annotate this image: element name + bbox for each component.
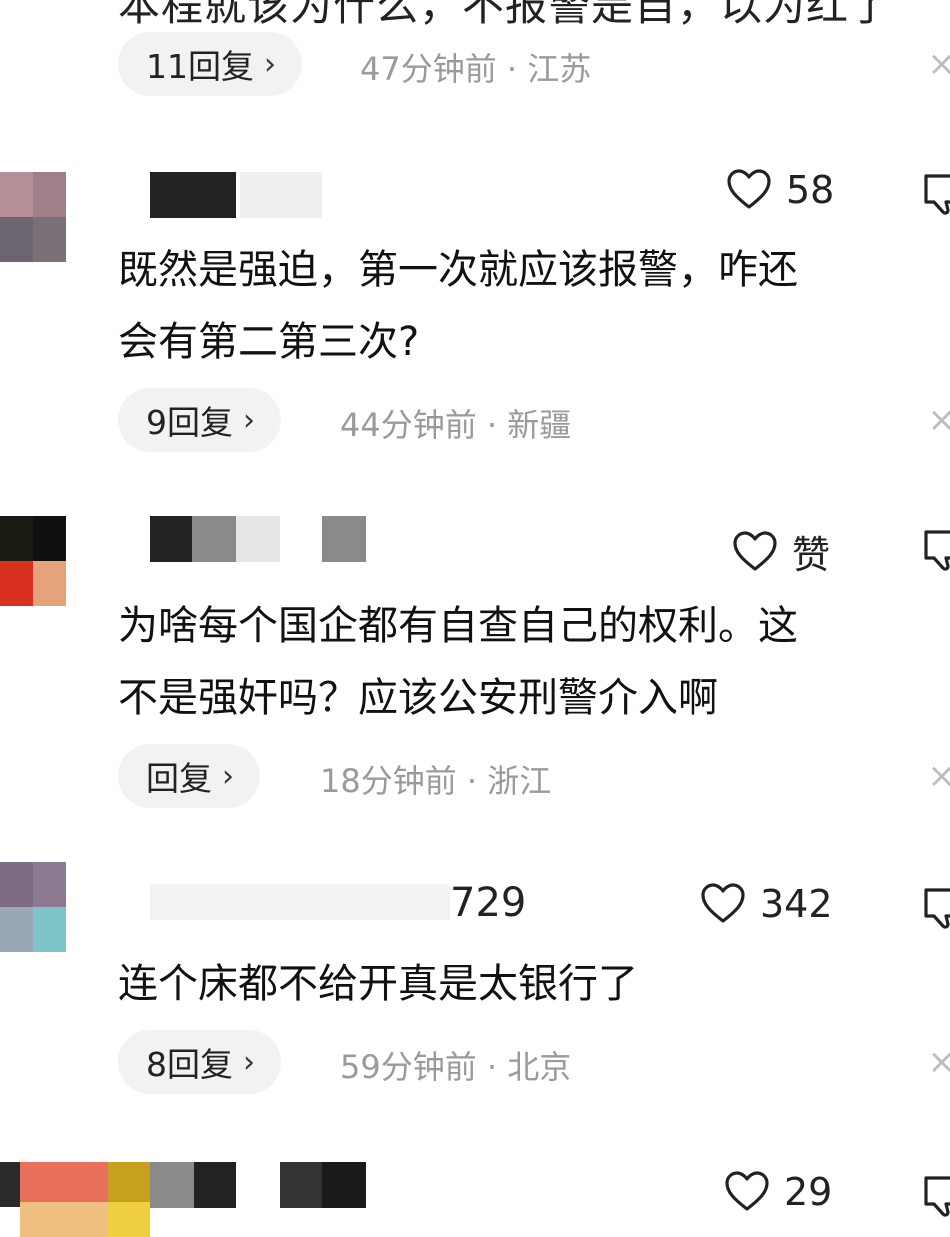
avatar[interactable] — [0, 172, 66, 262]
username-redacted[interactable] — [240, 172, 322, 218]
like-button[interactable]: 342 — [700, 882, 833, 926]
comment-meta: 18分钟前 · 浙江 — [320, 762, 552, 800]
replies-label: 回复 — [146, 759, 212, 798]
replies-label: 9回复 — [146, 403, 233, 442]
comment-text-line: 不是强奸吗？应该公安刑警介入啊 — [118, 675, 718, 721]
thumbs-down-outline-icon — [924, 888, 950, 929]
close-icon[interactable]: × — [928, 756, 950, 796]
replies-button[interactable]: 9回复 › — [118, 388, 281, 452]
avatar[interactable] — [0, 516, 66, 606]
avatar[interactable] — [0, 862, 66, 952]
close-icon[interactable]: × — [928, 1042, 950, 1082]
close-icon[interactable]: × — [928, 400, 950, 440]
close-icon[interactable]: × — [928, 44, 950, 84]
dislike-button[interactable] — [920, 886, 950, 934]
replies-button[interactable]: 回复 › — [118, 744, 260, 808]
username-redacted[interactable] — [150, 884, 450, 920]
comment-meta: 59分钟前 · 北京 — [340, 1048, 572, 1086]
comment-text-truncated: 本程就该为什么，不报警是自，以为红了 — [118, 0, 893, 30]
like-count: 58 — [786, 168, 835, 212]
comment-meta: 47分钟前 · 江苏 — [360, 50, 592, 88]
like-button[interactable]: 29 — [724, 1170, 832, 1214]
username-redacted[interactable] — [322, 516, 366, 562]
chevron-right-icon: › — [222, 758, 234, 794]
comment-text-line: 会有第二第三次? — [118, 319, 420, 365]
like-button[interactable]: 58 — [726, 168, 834, 212]
username-redacted[interactable] — [322, 1162, 366, 1208]
username-tail: 729 — [450, 880, 527, 926]
username-redacted[interactable] — [194, 1162, 236, 1208]
thumbs-down-outline-icon — [924, 530, 950, 571]
heart-outline-icon — [733, 530, 777, 571]
dislike-button[interactable] — [920, 528, 950, 576]
username-redacted[interactable] — [192, 516, 236, 562]
chevron-right-icon: › — [264, 46, 276, 82]
heart-outline-icon — [725, 1171, 769, 1211]
comment-meta: 44分钟前 · 新疆 — [340, 406, 572, 444]
username-redacted[interactable] — [236, 516, 280, 562]
thumbs-down-outline-icon — [924, 174, 950, 215]
replies-label: 11回复 — [146, 47, 254, 86]
dislike-button[interactable] — [920, 1174, 950, 1222]
like-count: 342 — [760, 882, 833, 926]
comment-text-line: 既然是强迫，第一次就应该报警，咋还 — [118, 247, 798, 293]
comment-text-line: 为啥每个国企都有自查自己的权利。这 — [118, 603, 798, 649]
heart-outline-icon — [701, 883, 745, 923]
dislike-button[interactable] — [920, 172, 950, 220]
comment-text-line: 连个床都不给开真是太银行了 — [118, 961, 638, 1007]
replies-button[interactable]: 8回复 › — [118, 1030, 281, 1094]
chevron-right-icon: › — [243, 1044, 255, 1080]
like-label: 赞 — [792, 533, 831, 577]
username-redacted[interactable] — [150, 516, 192, 562]
avatar[interactable] — [0, 1162, 150, 1237]
thumbs-down-outline-icon — [924, 1176, 950, 1217]
heart-outline-icon — [727, 169, 771, 209]
like-count: 29 — [784, 1170, 833, 1214]
chevron-right-icon: › — [243, 402, 255, 438]
replies-button[interactable]: 11回复 › — [118, 32, 302, 96]
username-redacted[interactable] — [150, 172, 236, 218]
replies-label: 8回复 — [146, 1045, 233, 1084]
username-redacted[interactable] — [150, 1162, 194, 1208]
username-redacted[interactable] — [280, 1162, 322, 1208]
like-button[interactable]: 赞 — [732, 524, 830, 579]
